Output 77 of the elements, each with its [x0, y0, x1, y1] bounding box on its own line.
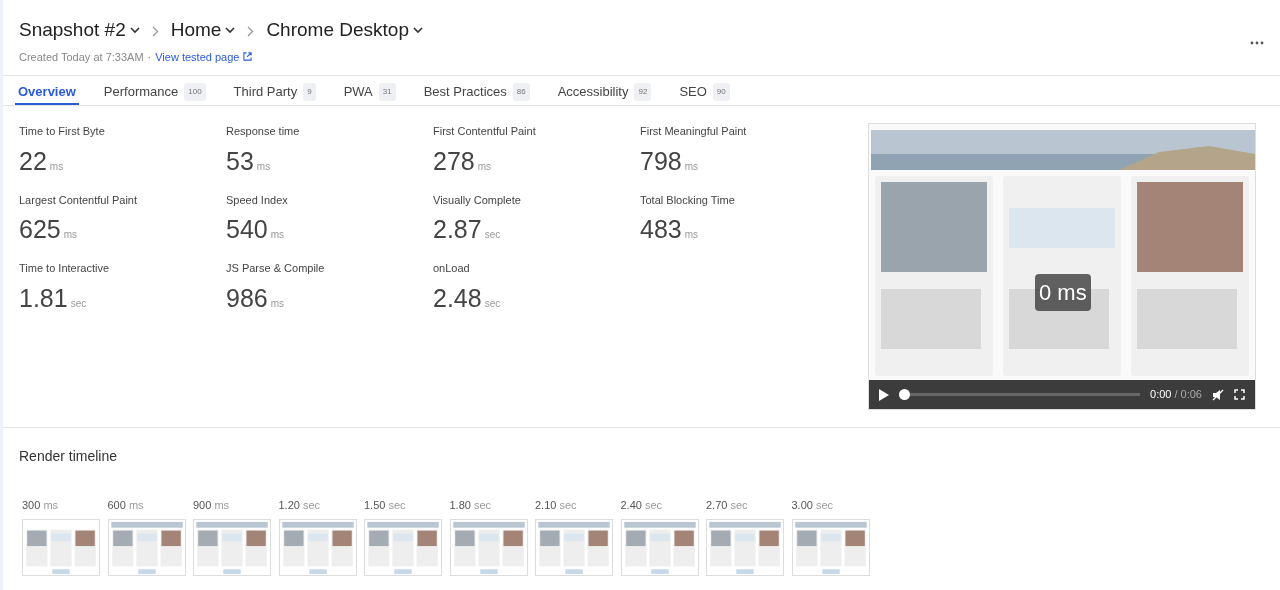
- metric-value: 483: [640, 215, 682, 243]
- metric-label: Time to Interactive: [19, 261, 111, 276]
- seek-thumb[interactable]: [899, 389, 910, 400]
- metric-label: Visually Complete: [433, 192, 522, 208]
- frame-time: 900 ms: [193, 498, 231, 513]
- score-badge: 31: [378, 83, 396, 101]
- frame-time: 1.80 sec: [449, 498, 493, 513]
- metric-label: onLoad: [433, 261, 471, 276]
- tab[interactable]: SEO 90: [676, 76, 733, 105]
- metric-unit: ms: [684, 160, 699, 172]
- frame-time: 2.10 sec: [535, 498, 578, 513]
- tab[interactable]: Accessibility 92: [554, 76, 655, 105]
- score-badge: 92: [634, 83, 652, 101]
- timestamp-overlay: 0 ms: [1035, 274, 1091, 311]
- score-badge: 86: [512, 83, 530, 101]
- breadcrumb-dropdown[interactable]: Snapshot #2: [19, 16, 140, 45]
- metric-label: Largest Contentful Paint: [19, 192, 139, 208]
- external-link-icon[interactable]: [243, 52, 253, 62]
- metric-label: Speed Index: [226, 192, 289, 208]
- metric-value: 53: [226, 146, 254, 175]
- metric-value: 986: [226, 283, 268, 312]
- metric-label: Response time: [226, 124, 301, 139]
- metric-label: Total Blocking Time: [640, 192, 736, 208]
- frame-time: 3.00 sec: [791, 498, 835, 513]
- score-badge: 90: [712, 83, 730, 101]
- metric-label: JS Parse & Compile: [226, 261, 326, 276]
- frame-time: 2.70 sec: [706, 498, 749, 513]
- duration: / 0:06: [1174, 387, 1202, 403]
- tab[interactable]: Best Practices 86: [420, 76, 533, 105]
- tab[interactable]: Overview: [15, 76, 79, 105]
- metric-label: Time to First Byte: [19, 124, 106, 139]
- chevron-down-icon: [225, 26, 236, 34]
- breadcrumb-dropdown[interactable]: Chrome Desktop: [266, 16, 423, 45]
- mute-icon[interactable]: [1212, 388, 1224, 401]
- metric-value: 798: [640, 146, 682, 175]
- current-time: 0:00: [1150, 387, 1172, 403]
- score-badge: 100: [184, 83, 206, 101]
- metric-unit: sec: [70, 297, 87, 309]
- fullscreen-icon[interactable]: [1234, 389, 1245, 400]
- separator-dot: ·: [147, 49, 152, 65]
- chevron-down-icon: [412, 26, 423, 34]
- metric-unit: ms: [684, 229, 699, 240]
- frame-time: 300 ms: [22, 498, 60, 513]
- metric-value: 1.81: [19, 283, 68, 312]
- metric-label: First Meaningful Paint: [640, 124, 748, 139]
- metric-unit: ms: [63, 229, 78, 240]
- metric-unit: sec: [484, 229, 501, 240]
- metric-value: 278: [433, 146, 475, 175]
- metric-value: 2.48: [433, 283, 482, 312]
- score-badge: 9: [303, 83, 316, 101]
- view-tested-page-link[interactable]: View tested page: [155, 48, 240, 65]
- chevron-right-icon: [151, 25, 159, 37]
- metric-value: 540: [226, 215, 268, 243]
- play-icon[interactable]: [879, 388, 889, 401]
- metric-value: 625: [19, 215, 61, 243]
- frame-time: 1.50 sec: [364, 498, 407, 513]
- breadcrumb-dropdown[interactable]: Home: [170, 16, 236, 45]
- frame-time: 2.40 sec: [620, 498, 664, 513]
- frame-time: 600 ms: [107, 498, 145, 513]
- metric-unit: ms: [477, 160, 492, 172]
- created-text: Created Today at 7:33AM: [19, 49, 144, 65]
- section-title: Render timeline: [19, 447, 119, 466]
- more-icon: [1250, 40, 1264, 45]
- metric-label: First Contentful Paint: [433, 124, 537, 139]
- tab[interactable]: PWA 31: [340, 76, 399, 105]
- chevron-down-icon: [129, 26, 140, 34]
- chevron-right-icon: [247, 25, 255, 37]
- metric-value: 2.87: [433, 215, 482, 243]
- metric-unit: ms: [49, 160, 64, 172]
- metric-unit: ms: [270, 297, 285, 309]
- metric-unit: ms: [256, 160, 271, 172]
- metric-unit: ms: [270, 229, 285, 240]
- tab[interactable]: Performance 100: [100, 76, 209, 105]
- metric-unit: sec: [484, 297, 501, 309]
- frame-time: 1.20 sec: [278, 498, 322, 513]
- metric-value: 22: [19, 146, 47, 175]
- tab[interactable]: Third Party 9: [230, 76, 319, 105]
